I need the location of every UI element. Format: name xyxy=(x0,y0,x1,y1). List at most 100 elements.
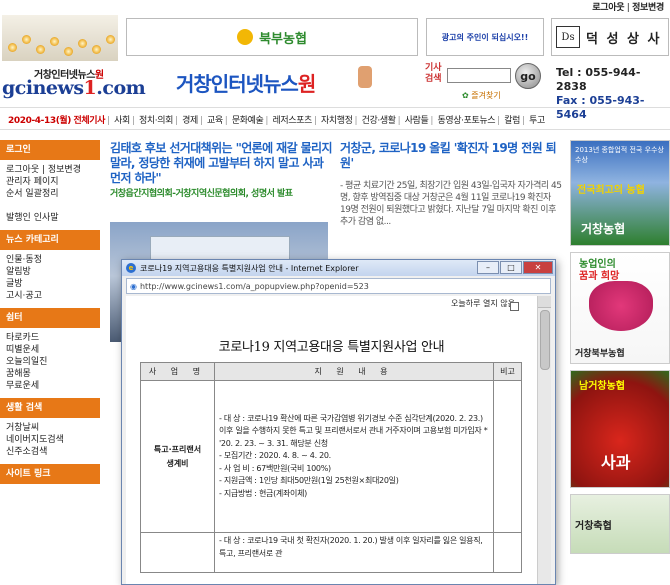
ds-logo-icon: Ds xyxy=(556,26,580,48)
ad1-mid-text: 전국최고의 농협 xyxy=(577,185,645,196)
popup-scrollbar[interactable] xyxy=(537,296,551,584)
nav-item[interactable]: 경제 xyxy=(182,116,198,126)
nav-item[interactable]: 레저스포츠 xyxy=(272,116,312,126)
nav-item[interactable]: 정치·의회 xyxy=(139,116,173,126)
sidebar-item[interactable]: 로그아웃 | 정보변경 xyxy=(6,164,94,176)
sidebar-item[interactable]: 오늘의일진 xyxy=(6,356,94,368)
info-change-link[interactable]: 정보변경 xyxy=(632,3,664,13)
sidebar-item[interactable]: 관리자 페이지 xyxy=(6,176,94,188)
popup-window[interactable]: e 코로나19 지역고용대응 특별지원사업 안내 - Internet Expl… xyxy=(121,259,556,585)
main-nav: 2020-4-13(월) 전체기사 | 사회 | 정치·의회 | 경제 | 교육 | 문화… xyxy=(8,113,545,126)
popup-address-bar[interactable]: ◉ http://www.gcinews1.com/a_popupview.ph… xyxy=(126,278,551,294)
fax-number: Fax : 055-943-5464 xyxy=(556,94,645,121)
right-ads: 2013년 종합업적 전국 우수상 수상 전국최고의 농협 거창농협 농업인의 꿈… xyxy=(570,140,670,560)
sidebar-item[interactable]: 무료운세 xyxy=(6,380,94,392)
sidebar-item[interactable]: 신주소검색 xyxy=(6,446,94,458)
nav-separator: | xyxy=(397,116,401,126)
tel-number: Tel : 055-944-2838 xyxy=(556,66,641,93)
sidebar-item[interactable]: 띠별운세 xyxy=(6,344,94,356)
header-divider xyxy=(0,107,670,108)
nav-separator: | xyxy=(521,116,525,126)
window-controls: – □ ✕ xyxy=(477,261,553,274)
nav-item[interactable]: 사회 xyxy=(114,116,130,126)
nav-separator: | xyxy=(354,116,358,126)
headline-2[interactable]: 거창군, 코로나19 올킬 '확진자 19명 전원 퇴원' xyxy=(340,141,562,171)
nav-separator: | xyxy=(174,116,178,126)
nav-item[interactable]: 투고 xyxy=(529,116,545,126)
popup-window-title: 코로나19 지역고용대응 특별지원사업 안내 - Internet Explor… xyxy=(140,263,359,273)
notice-table: 사 업 명 지 원 내 용 비고 특고·프리랜서 생계비 - 대 상 : 코로나… xyxy=(140,362,522,573)
scroll-thumb[interactable] xyxy=(540,310,550,370)
ad3-top-text: 남거창농협 xyxy=(579,381,625,392)
nh-logo-icon xyxy=(237,29,254,45)
sidebar-item[interactable]: 꿈해몽 xyxy=(6,368,94,380)
nav-item[interactable]: 자치행정 xyxy=(321,116,353,126)
nav-item[interactable]: 칼럼 xyxy=(504,116,520,126)
search-go-button[interactable]: go xyxy=(515,63,541,89)
sidebar-item[interactable]: 네이버지도검색 xyxy=(6,434,94,446)
no-show-today-checkbox[interactable] xyxy=(510,302,519,311)
sidebar-item[interactable]: 발행인 인사말 xyxy=(6,212,94,224)
star-icon: ✿ xyxy=(462,91,469,100)
sidebar-item[interactable]: 고시·공고 xyxy=(6,290,94,302)
scroll-up-arrow[interactable] xyxy=(538,296,551,308)
ds-banner[interactable]: Ds 덕 성 상 사 xyxy=(551,18,669,56)
ad-geochang-nh[interactable]: 2013년 종합업적 전국 우수상 수상 전국최고의 농협 거창농협 xyxy=(570,140,670,246)
nav-item[interactable]: 전체기사 xyxy=(73,116,105,126)
sidebar-item[interactable]: 글방 xyxy=(6,278,94,290)
site-title[interactable]: 거창인터넷뉴스원 xyxy=(176,68,316,97)
close-button[interactable]: ✕ xyxy=(523,261,553,274)
row1-content: - 대 상 : 코로나19 확산에 따른 국가감염병 위기경보 수준 심각단계(… xyxy=(214,380,494,533)
nav-divider xyxy=(0,129,670,130)
ad1-top-text: 2013년 종합업적 전국 우수상 수상 xyxy=(575,146,664,164)
maximize-button[interactable]: □ xyxy=(500,261,522,274)
current-date: 2020-4-13(월) xyxy=(8,116,72,126)
site-domain-num: 1 xyxy=(83,77,97,99)
sidebar-item[interactable]: 거창날씨 xyxy=(6,422,94,434)
headline-1-sub[interactable]: 거창읍간지협의회-거창지역신문협의회, 성명서 발표 xyxy=(110,188,332,200)
nav-separator: | xyxy=(224,116,228,126)
logout-link[interactable]: 로그아웃 xyxy=(592,3,624,13)
ad-banner[interactable]: 광고의 주인이 되십시오!! xyxy=(426,18,544,56)
header-decor-image xyxy=(2,15,118,61)
headline-2-summary[interactable]: - 평균 치료기간 25일, 최장기간 입원 43일-입국자 자가격리 45명,… xyxy=(340,180,562,228)
nav-separator: | xyxy=(430,116,434,126)
nav-separator: | xyxy=(107,116,110,126)
favorites-label: 즐겨찾기 xyxy=(471,91,501,100)
sidebar-item[interactable]: 타로카드 xyxy=(6,332,94,344)
sidebar-item[interactable]: 알림방 xyxy=(6,266,94,278)
col-header-content: 지 원 내 용 xyxy=(214,362,494,381)
site-logo[interactable]: gcinews1.com xyxy=(2,77,146,99)
minimize-button[interactable]: – xyxy=(477,261,499,274)
favorites-link[interactable]: ✿ 즐겨찾기 xyxy=(462,90,501,101)
nav-item[interactable]: 동영상·포토뉴스 xyxy=(437,116,495,126)
ad-bukbu-nh[interactable]: 농업인의 꿈과 희망 거창북부농협 xyxy=(570,252,670,364)
sidebar-section-list: 로그아웃 | 정보변경 관리자 페이지 순서 일괄정리 발행인 인사말 xyxy=(0,160,100,230)
sidebar-section-list: 타로카드 띠별운세 오늘의일진 꿈해몽 무료운세 xyxy=(0,328,100,398)
ad-chukhyup[interactable]: 거창축협 xyxy=(570,494,670,554)
notice-line: - 모집기간 : 2020. 4. 8. ~ 4. 20. xyxy=(219,451,331,461)
ad-nam-nh-apple[interactable]: 남거창농협 사과 xyxy=(570,370,670,488)
table-row: 특고·프리랜서 생계비 - 대 상 : 코로나19 확산에 따른 국가감염병 위… xyxy=(140,380,522,533)
site-title-suffix: 원 xyxy=(297,72,316,96)
popup-url: http://www.gcinews1.com/a_popupview.php?… xyxy=(139,281,369,291)
top-menu: 로그아웃 | 정보변경 xyxy=(592,0,664,13)
nav-item[interactable]: 교육 xyxy=(207,116,223,126)
nav-separator: | xyxy=(131,116,135,126)
sidebar-section-header: 사이트 링크 xyxy=(0,464,100,484)
sidebar-item[interactable]: 순서 일괄정리 xyxy=(6,188,94,200)
no-show-today-label: 오늘하루 열지 않음 xyxy=(451,299,515,308)
nh-banner[interactable]: 북부농협 xyxy=(126,18,418,56)
nav-item[interactable]: 문화예술 xyxy=(232,116,264,126)
nh-banner-label: 북부농협 xyxy=(259,31,307,47)
site-title-main: 거창인터넷뉴스 xyxy=(176,72,299,96)
notice-line: - 지원금액 : 1인당 최대50만원(1일 25천원×최대20일) xyxy=(219,476,399,486)
nav-item[interactable]: 사람들 xyxy=(405,116,429,126)
search-input[interactable] xyxy=(447,68,511,83)
notice-line: - 지급방법 : 현금(계좌이체) xyxy=(219,488,307,498)
headline-1[interactable]: 김태호 후보 선거대책위는 "언론에 재갈 물리지 말라, 정당한 취재에 고발… xyxy=(110,141,333,186)
ad1-bottom-text: 거창농협 xyxy=(581,222,626,236)
nav-separator: | xyxy=(199,116,203,126)
nav-item[interactable]: 건강·생활 xyxy=(362,116,396,126)
sidebar-item[interactable]: 인물·동정 xyxy=(6,254,94,266)
